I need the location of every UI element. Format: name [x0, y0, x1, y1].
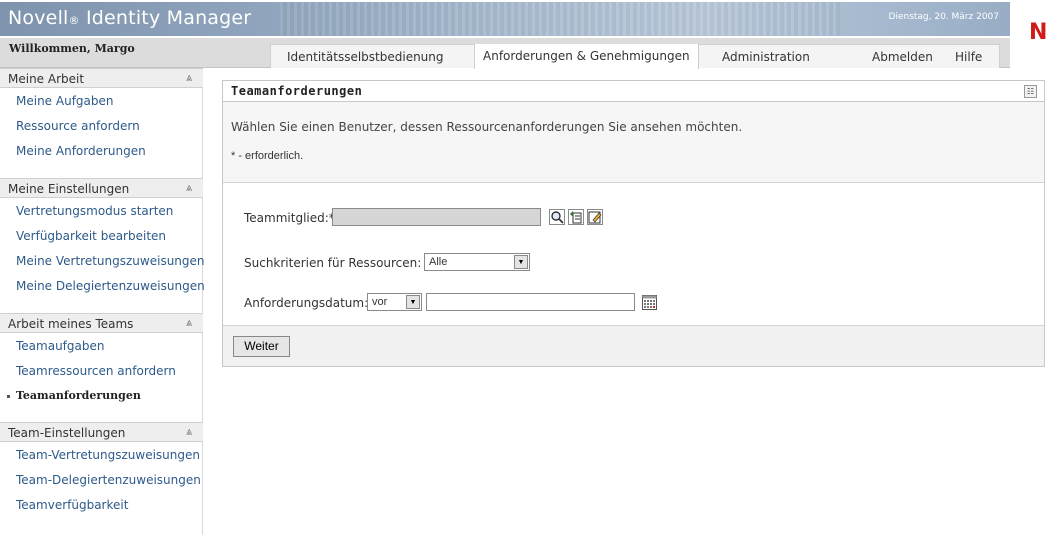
search-criteria-label: Suchkriterien für Ressourcen:	[244, 256, 422, 270]
search-criteria-select[interactable]: Alle ▼	[424, 253, 530, 271]
tab-administration[interactable]: Administration	[722, 50, 810, 64]
app-title-novell: Novell	[8, 7, 69, 29]
sidebar-item-request-resource[interactable]: Ressource anfordern	[16, 119, 140, 133]
sidebar-item-my-proxy-assignments[interactable]: Meine Vertretungszuweisungen	[16, 254, 205, 268]
current-date: Dienstag, 20. März 2007	[888, 12, 999, 22]
team-member-field[interactable]	[332, 208, 541, 226]
sidebar-section-team-work[interactable]: Arbeit meines Teams ⩓	[0, 313, 203, 333]
section-title: Meine Einstellungen	[8, 182, 130, 196]
sidebar-item-start-proxy-mode[interactable]: Vertretungsmodus starten	[16, 204, 173, 218]
sidebar-item-team-tasks[interactable]: Teamaufgaben	[16, 339, 104, 353]
collapse-icon[interactable]: ⩓	[186, 71, 192, 85]
chevron-down-icon: ▼	[406, 295, 420, 309]
reset-edit-icon[interactable]	[587, 209, 603, 225]
intro-box: Wählen Sie einen Benutzer, dessen Ressou…	[223, 102, 1044, 183]
sidebar-item-team-delegate-assignments[interactable]: Team-Delegiertenzuweisungen	[16, 473, 201, 487]
team-member-label: Teammitglied:*	[244, 211, 335, 225]
novell-logo: N	[1029, 20, 1048, 45]
section-title: Team-Einstellungen	[8, 426, 126, 440]
instruction-text: Wählen Sie einen Benutzer, dessen Ressou…	[231, 120, 743, 134]
request-date-operator-value: vor	[372, 296, 388, 308]
history-list-icon[interactable]	[568, 209, 584, 225]
request-date-field[interactable]	[426, 293, 635, 311]
registered-mark: ®	[68, 14, 80, 27]
welcome-row: Willkommen, Margo Identitätsselbstbedien…	[0, 38, 1010, 69]
collapse-icon[interactable]: ⩓	[186, 316, 192, 330]
sidebar-section-my-work[interactable]: Meine Arbeit ⩓	[0, 68, 203, 88]
banner: Novell® Identity Manager Dienstag, 20. M…	[0, 0, 1059, 36]
tab-requests-approvals[interactable]: Anforderungen & Genehmigungen	[474, 44, 699, 69]
panel-menu-icon[interactable]: ☷	[1024, 85, 1037, 98]
search-criteria-value: Alle	[429, 256, 448, 268]
sidebar-item-request-team-resources[interactable]: Teamressourcen anfordern	[16, 364, 176, 378]
sidebar-item-team-requests[interactable]: Teamanforderungen	[16, 389, 141, 402]
required-note: * - erforderlich.	[231, 150, 304, 162]
sidebar-item-edit-availability[interactable]: Verfügbarkeit bearbeiten	[16, 229, 166, 243]
search-icon[interactable]	[549, 209, 565, 225]
sidebar: Meine Arbeit ⩓ Meine Aufgaben Ressource …	[0, 68, 205, 535]
tab-identity-self-service[interactable]: Identitätsselbstbedienung	[287, 50, 444, 64]
sidebar-section-my-settings[interactable]: Meine Einstellungen ⩓	[0, 178, 203, 198]
sidebar-item-team-availability[interactable]: Teamverfügbarkeit	[16, 498, 128, 512]
team-requests-panel: Teamanforderungen ☷ Wählen Sie einen Ben…	[222, 80, 1045, 367]
tab-logout[interactable]: Abmelden	[872, 50, 933, 64]
sidebar-item-my-tasks[interactable]: Meine Aufgaben	[16, 94, 114, 108]
calendar-icon[interactable]	[642, 295, 657, 310]
sidebar-item-team-proxy-assignments[interactable]: Team-Vertretungszuweisungen	[16, 448, 200, 462]
request-date-operator-select[interactable]: vor ▼	[367, 293, 422, 311]
section-title: Arbeit meines Teams	[8, 317, 134, 331]
page-title: Teamanforderungen	[231, 84, 363, 98]
tab-help[interactable]: Hilfe	[955, 50, 982, 64]
chevron-down-icon: ▼	[514, 255, 528, 269]
section-title: Meine Arbeit	[8, 72, 85, 86]
button-bar: Weiter	[223, 325, 1044, 366]
sidebar-section-team-settings[interactable]: Team-Einstellungen ⩓	[0, 422, 203, 442]
welcome-text: Willkommen, Margo	[9, 42, 135, 55]
request-date-label: Anforderungsdatum:	[244, 296, 369, 310]
sidebar-item-my-requests[interactable]: Meine Anforderungen	[16, 144, 146, 158]
panel-title-bar: Teamanforderungen ☷	[223, 81, 1044, 102]
sidebar-item-my-delegate-assignments[interactable]: Meine Delegiertenzuweisungen	[16, 279, 205, 293]
current-item-marker	[7, 395, 10, 398]
app-title-product: Identity Manager	[79, 7, 252, 29]
continue-button[interactable]: Weiter	[233, 336, 290, 357]
collapse-icon[interactable]: ⩓	[186, 425, 192, 439]
main-tabs: Identitätsselbstbedienung Anforderungen …	[270, 44, 1000, 69]
app-title: Novell® Identity Manager	[8, 7, 251, 29]
collapse-icon[interactable]: ⩓	[186, 181, 192, 195]
